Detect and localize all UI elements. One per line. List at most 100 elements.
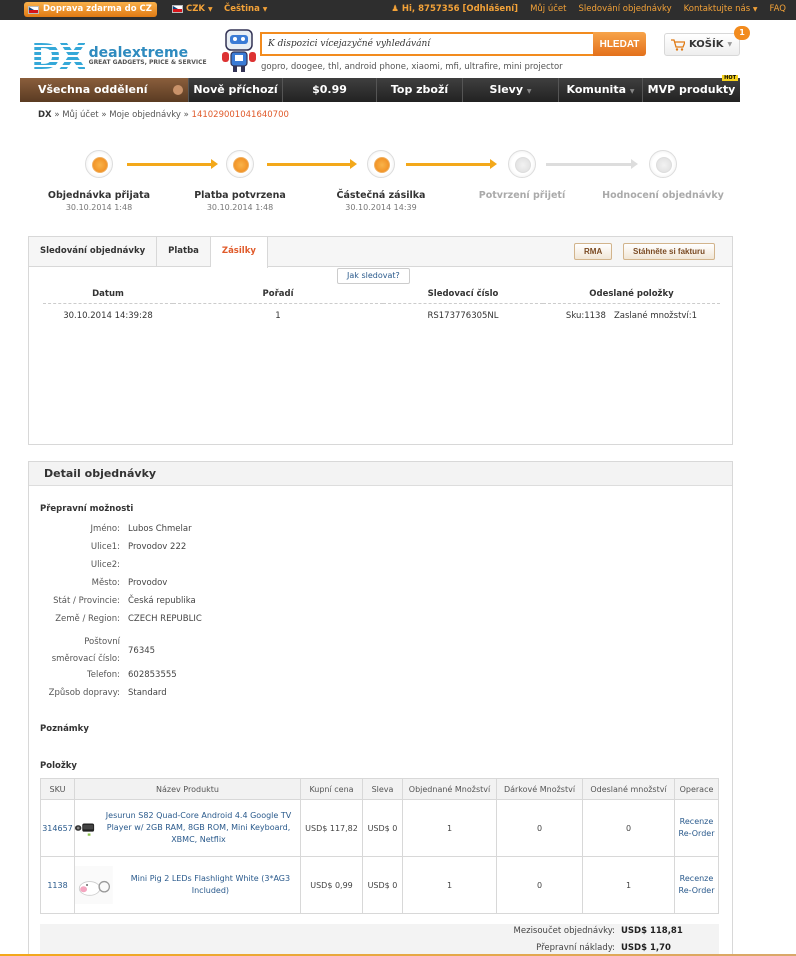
item-sku[interactable]: 1138 — [40, 856, 75, 914]
address-value: Česká republika — [128, 596, 196, 606]
col-operations: Operace — [674, 778, 719, 800]
tab-payment[interactable]: Platba — [157, 237, 211, 267]
address-row: Stát / Provincie: Česká republika — [40, 596, 340, 614]
summary-row: Přepravní náklady: USD$ 1,70 — [495, 943, 689, 953]
download-invoice-button[interactable]: Stáhněte si fakturu — [623, 243, 716, 260]
nav-all-departments[interactable]: Všechna oddělení — [20, 78, 189, 102]
item-name[interactable]: Jesurun S82 Quad-Core Android 4.4 Google… — [97, 810, 300, 846]
nav-099[interactable]: $0.99 — [283, 78, 377, 102]
tab-shipments[interactable]: Zásilky — [210, 237, 268, 268]
address-row: Poštovní směrovací číslo: 76345 — [40, 632, 340, 670]
robot-mascot-icon — [222, 29, 256, 72]
subtotal-label: Mezisoučet objednávky: — [513, 926, 615, 936]
items-title: Položky — [40, 761, 77, 771]
item-name[interactable]: Mini Pig 2 LEDs Flashlight White (3*AG3 … — [115, 873, 300, 897]
breadcrumb-order-id: 141029001041640700 — [191, 110, 289, 120]
cart-button[interactable]: KOŠÍK ▼ 1 — [664, 26, 750, 56]
my-account-link[interactable]: Můj účet — [530, 4, 566, 14]
breadcrumb: DX » Můj účet » Moje objednávky » 141029… — [38, 110, 289, 120]
reorder-link[interactable]: Re-Order — [679, 886, 715, 895]
product-thumbnail-pig-flashlight[interactable] — [75, 863, 113, 907]
step-order-received: Objednávka přijata 30.10.2014 1:48 — [29, 150, 169, 212]
breadcrumb-sep: » — [101, 110, 107, 120]
address-value: Lubos Chmelar — [128, 524, 192, 534]
chevron-down-icon: ▼ — [629, 88, 635, 95]
nav-deals-label: Slevy — [489, 83, 524, 96]
address-value: Provodov — [128, 578, 168, 588]
shipment-panel: Sledování objednávky Platba Zásilky RMA … — [28, 236, 733, 445]
step-order-review: Hodnocení objednávky — [593, 150, 733, 201]
address-row: Způsob dopravy: Standard — [40, 688, 340, 706]
chevron-down-icon — [173, 85, 183, 95]
table-row: 30.10.2014 14:39:28 1 RS173776305NL Sku:… — [43, 303, 720, 329]
breadcrumb-sep: » — [183, 110, 189, 120]
search-input[interactable]: K dispozici vícejazyčné vyhledávání — [260, 32, 593, 56]
chevron-down-icon: ▼ — [727, 41, 733, 48]
col-shipped-qty: Odeslané množství — [582, 778, 675, 800]
nav-community[interactable]: Komunita ▼ — [559, 78, 643, 102]
item-gift-qty: 0 — [496, 856, 583, 914]
dx-logo[interactable]: DX dealextreme GREAT GADGETS, PRICE & SE… — [31, 40, 207, 76]
currency-selector[interactable]: CZK ▼ — [172, 4, 213, 14]
shipping-address: Jméno: Lubos Chmelar Ulice1: Provodov 222 … — [40, 524, 340, 706]
faq-link[interactable]: FAQ — [770, 4, 786, 14]
hot-searches[interactable]: gopro, doogee, thl, android phone, xiaom… — [261, 62, 563, 72]
notes-title: Poznámky — [40, 724, 89, 734]
breadcrumb-orders[interactable]: Moje objednávky — [109, 110, 181, 120]
czech-flag-icon — [28, 5, 39, 14]
items-table: SKU Název Produktu Kupní cena Sleva Obje… — [40, 778, 719, 914]
col-discount: Sleva — [362, 778, 403, 800]
chevron-down-icon: ▼ — [208, 5, 213, 13]
review-link[interactable]: Recenze — [680, 817, 714, 826]
how-to-track-button[interactable]: Jak sledovat? — [337, 268, 410, 284]
item-sku[interactable]: 314657 — [40, 799, 75, 857]
tab-order-tracking[interactable]: Sledování objednávky — [29, 237, 158, 267]
address-row: Telefon: 602853555 — [40, 670, 340, 688]
item-shipped-qty: 0 — [582, 799, 675, 857]
address-key: Způsob dopravy: — [48, 688, 120, 698]
breadcrumb-home[interactable]: DX — [38, 110, 52, 120]
cart-count-badge: 1 — [734, 26, 750, 40]
col-price: Kupní cena — [300, 778, 363, 800]
breadcrumb-account[interactable]: Můj účet — [62, 110, 98, 120]
language-label: Čeština — [224, 4, 260, 14]
nav-new-arrivals[interactable]: Nově příchozí — [189, 78, 283, 102]
nav-mvp-products[interactable]: MVP produkty HOT — [643, 75, 740, 102]
item-price: USD$ 117,82 — [300, 799, 363, 857]
nav-mvp-label: MVP produkty — [647, 83, 736, 96]
address-key: Země / Region: — [55, 614, 120, 624]
address-value: Provodov 222 — [128, 542, 187, 552]
language-selector[interactable]: Čeština ▼ — [224, 4, 267, 14]
address-key: Jméno: — [90, 524, 120, 534]
rma-button[interactable]: RMA — [574, 243, 613, 260]
free-shipping-badge[interactable]: Doprava zdarma do CZ — [24, 2, 157, 17]
address-value: 602853555 — [128, 670, 177, 680]
user-greeting[interactable]: ♟ Hi, 8757356 [Odhlášení] — [391, 4, 518, 14]
order-detail-title: Detail objednávky — [29, 462, 732, 486]
shipment-items: Sku:1138 Zaslané množství:1 — [565, 311, 698, 322]
step-label: Objednávka přijata — [47, 190, 151, 201]
address-row: Ulice2: — [40, 560, 340, 578]
free-shipping-label: Doprava zdarma do CZ — [43, 4, 152, 14]
step-indicator-icon — [367, 150, 395, 178]
address-row: Město: Provodov — [40, 578, 340, 596]
step-indicator-icon — [85, 150, 113, 178]
cart-label: KOŠÍK — [689, 39, 724, 50]
item-discount: USD$ 0 — [362, 799, 403, 857]
czech-flag-icon — [172, 5, 183, 13]
cart-icon — [671, 38, 685, 51]
search-button[interactable]: HLEDAT — [593, 32, 646, 56]
contact-link[interactable]: Kontaktujte nás ▼ — [684, 4, 758, 14]
item-shipped-qty: 1 — [582, 856, 675, 914]
nav-deals[interactable]: Slevy ▼ — [463, 78, 559, 102]
reorder-link[interactable]: Re-Order — [679, 829, 715, 838]
step-indicator-icon — [508, 150, 536, 178]
nav-top-products[interactable]: Top zboží — [377, 78, 463, 102]
order-tracking-link[interactable]: Sledování objednávky — [578, 4, 671, 14]
review-link[interactable]: Recenze — [680, 874, 714, 883]
product-thumbnail-tv-player[interactable] — [75, 806, 95, 850]
step-receipt-confirmation: Potvrzení přijetí — [452, 150, 592, 201]
order-progress: Objednávka přijata 30.10.2014 1:48 Platb… — [28, 140, 733, 230]
shipment-order: 1 — [275, 311, 281, 322]
step-date: 30.10.2014 14:39 — [345, 203, 417, 212]
